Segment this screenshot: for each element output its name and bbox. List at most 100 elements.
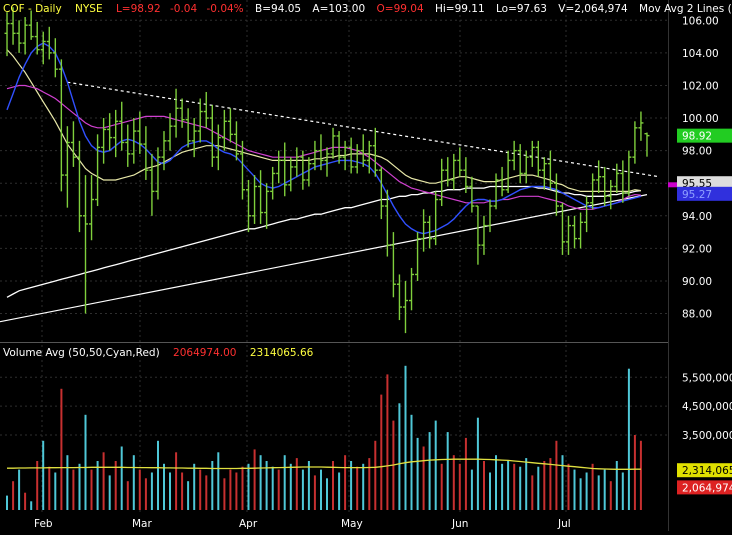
volume-bar: [368, 458, 371, 510]
volume-bar: [241, 466, 244, 510]
volume-bar: [434, 420, 437, 510]
volume-bar: [24, 492, 27, 510]
price-tick-label: 100.00: [682, 113, 719, 125]
volume-bar: [72, 469, 75, 510]
volume-bar: [84, 414, 87, 510]
volume-bar: [126, 481, 129, 510]
month-label: Feb: [34, 518, 53, 530]
price-tick-label: 92.00: [682, 243, 712, 255]
month-label: Apr: [239, 518, 258, 530]
volume-bar: [579, 478, 582, 510]
volume-bar: [531, 475, 534, 510]
price-tick-label: 90.00: [682, 276, 712, 288]
volume-bar: [501, 463, 504, 510]
volume-bar: [404, 365, 407, 510]
volume-bar: [597, 475, 600, 510]
volume-bar: [30, 501, 33, 510]
volume-bar: [362, 463, 365, 510]
volume-bar: [537, 466, 540, 510]
volume-tick-label: 5,500,000: [682, 372, 732, 384]
volume-bar: [573, 469, 576, 510]
month-label: May: [341, 518, 363, 530]
price-tick-label: 102.00: [682, 80, 719, 92]
volume-bar: [519, 466, 522, 510]
volume-bar: [585, 472, 588, 510]
volume-bar: [386, 374, 389, 510]
header-last: L=98.92: [116, 3, 161, 15]
volume-bar: [181, 472, 184, 510]
volume-bar: [639, 440, 642, 510]
volume-bar: [591, 463, 594, 510]
volume-bar: [483, 461, 485, 510]
volume-bar: [307, 461, 310, 510]
volume-bar: [247, 463, 250, 510]
volume-bar: [338, 472, 341, 510]
volume-bar: [495, 455, 497, 510]
volume-bar: [175, 452, 178, 510]
chart-svg: 106.00104.00102.00100.0098.0096.0094.009…: [0, 0, 732, 531]
volume-bar: [138, 469, 141, 510]
header-exchange: NYSE: [75, 3, 103, 15]
volume-bar: [476, 417, 479, 510]
volume-bar: [42, 440, 45, 510]
chart-background: [0, 0, 732, 531]
volume-bar: [489, 472, 491, 510]
volume-header-value-red: 2064974.00: [173, 347, 236, 359]
volume-bar: [18, 469, 21, 510]
volume-bar: [621, 472, 624, 510]
volume-bar: [313, 475, 316, 510]
volume-last-tag: 2,064,974: [682, 482, 732, 494]
volume-bar: [96, 461, 99, 510]
volume-bar: [12, 481, 15, 510]
volume-bar: [507, 461, 510, 510]
volume-bar: [374, 440, 377, 510]
price-tick-label: 106.00: [682, 15, 719, 27]
volume-bar: [440, 463, 443, 510]
month-label: Jun: [451, 518, 468, 530]
volume-bar: [277, 469, 280, 510]
header-change-pct: -0.04%: [207, 3, 244, 15]
volume-bar: [205, 475, 208, 510]
volume-axis: 5,500,000 4,500,000 3,500,000: [682, 372, 732, 442]
volume-bar: [295, 458, 298, 510]
volume-bar: [144, 478, 147, 510]
header-low: Lo=97.63: [496, 3, 547, 15]
volume-bar: [615, 461, 618, 510]
volume-bar: [452, 455, 455, 510]
volume-bar: [549, 458, 552, 510]
header-ask: A=103.00: [312, 3, 365, 15]
volume-bar: [157, 440, 159, 510]
volume-bar: [416, 437, 419, 510]
volume-bar: [217, 452, 220, 510]
header-study: Mov Avg 2 Lines (Close,20,5: [639, 3, 732, 15]
volume-tick-label: 3,500,000: [682, 430, 732, 442]
volume-bar: [446, 432, 449, 510]
volume-bar: [6, 495, 8, 510]
volume-bar: [344, 455, 347, 510]
volume-bar: [603, 469, 606, 510]
volume-bar: [193, 463, 196, 510]
volume-bar: [60, 388, 63, 510]
volume-bar: [567, 463, 570, 510]
volume-bar: [48, 466, 51, 510]
price-tick-label: 104.00: [682, 48, 719, 60]
volume-bar: [102, 452, 105, 510]
volume-bar: [356, 466, 359, 510]
volume-bar: [223, 478, 226, 510]
volume-bar: [169, 472, 171, 510]
volume-bar: [464, 437, 467, 510]
ma-blue-tag: 95.27: [682, 189, 712, 201]
volume-bar: [114, 461, 117, 510]
volume-bar: [90, 469, 93, 510]
volume-bar: [525, 458, 528, 510]
volume-bar: [271, 466, 274, 510]
header-volume: V=2,064,974: [558, 3, 628, 15]
month-label: Jul: [557, 518, 571, 530]
volume-bar: [561, 455, 564, 510]
header-bid: B=94.05: [255, 3, 301, 15]
volume-bar: [609, 481, 612, 510]
volume-bar: [235, 472, 238, 510]
month-label: Mar: [132, 518, 152, 530]
volume-bar: [350, 461, 353, 510]
header-symbol: COF - Daily: [3, 3, 62, 15]
